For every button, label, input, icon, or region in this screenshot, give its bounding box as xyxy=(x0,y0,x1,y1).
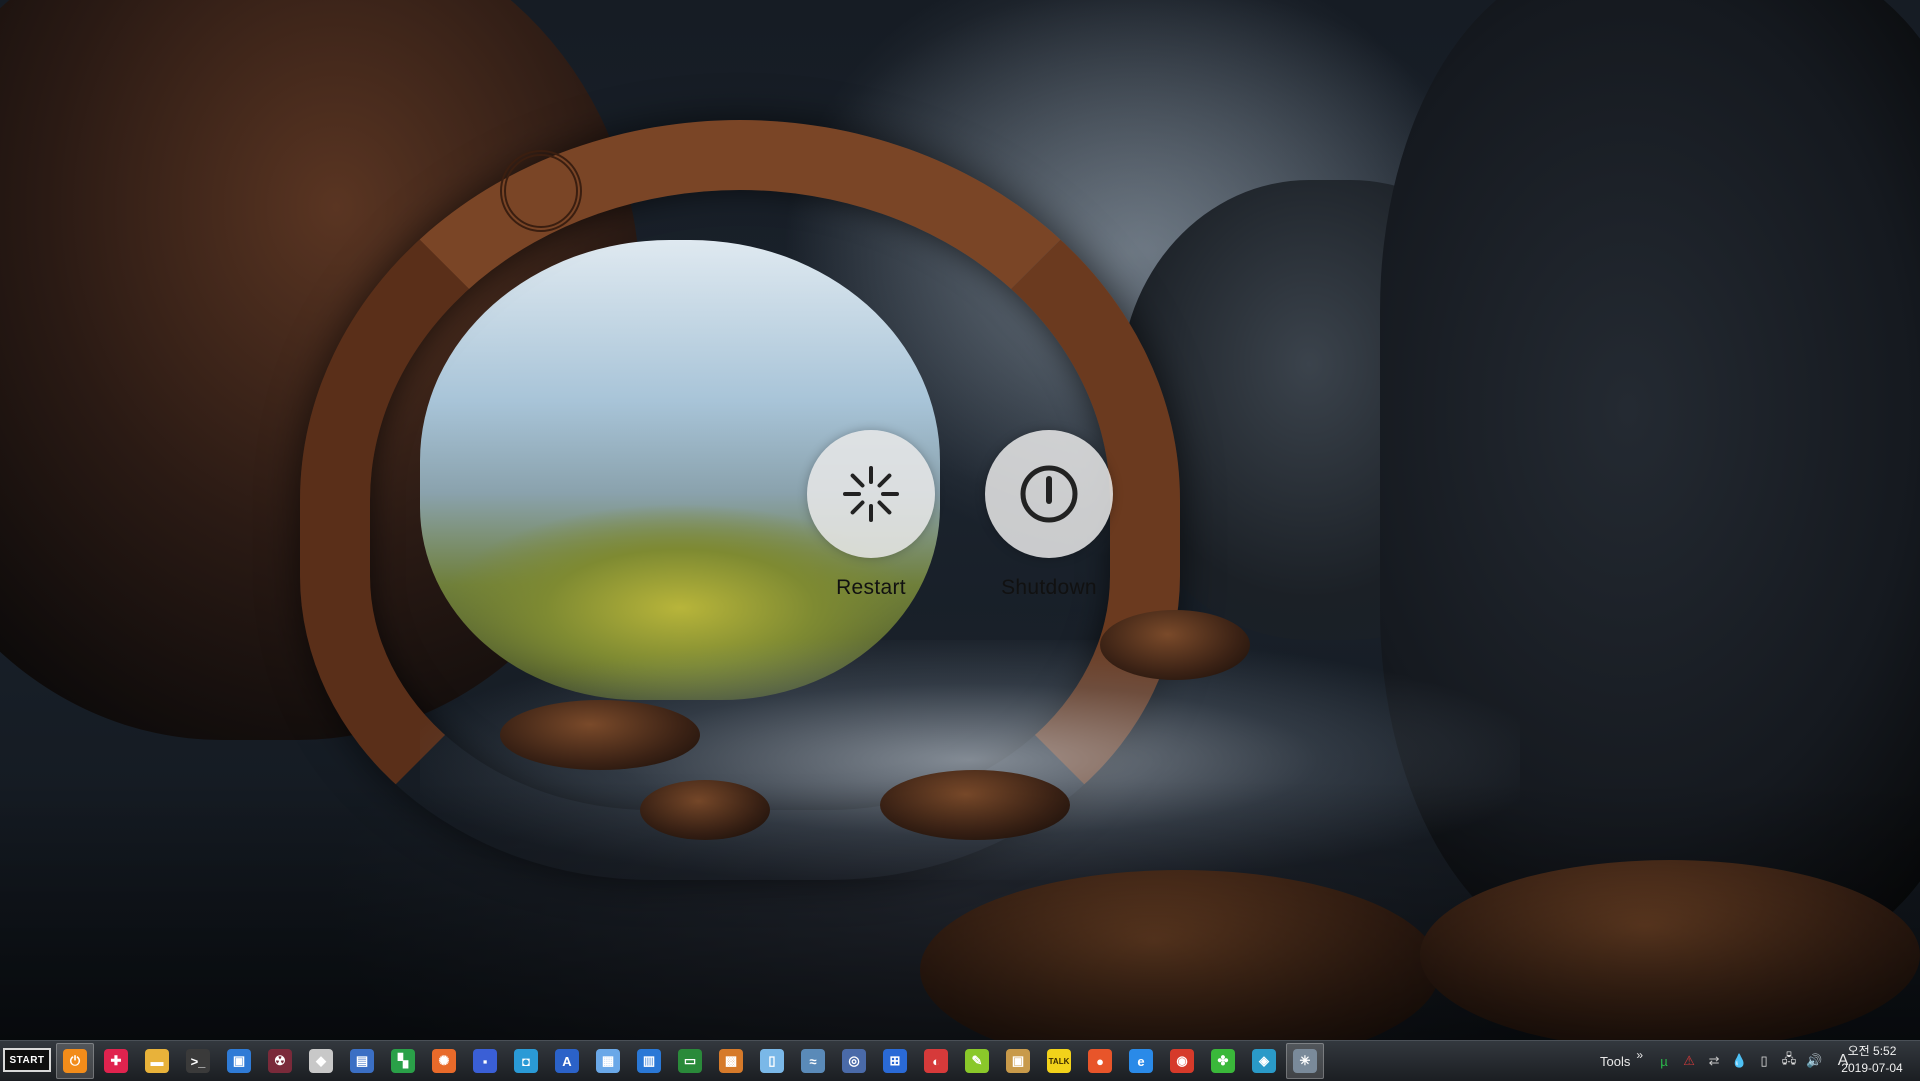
clock[interactable]: 오전 5:52 2019-07-04 xyxy=(1828,1043,1916,1077)
taskbar-button[interactable]: ✳ xyxy=(1286,1043,1324,1079)
system-tray: Tools » µ ⚠ ⇄ 💧 ▯ 🖧 🔊 A xyxy=(1600,1041,1857,1081)
kakaotalk-icon: TALK xyxy=(1047,1049,1071,1073)
clock-date: 2019-07-04 xyxy=(1841,1061,1903,1075)
restart-spinner-icon xyxy=(843,466,899,522)
taskbar-button[interactable]: ▥ xyxy=(630,1043,668,1079)
taskbar: START ⏻ ✚ ▬ >_ ▣ ☢ ◆ ▤ ▚ ✺ ▪ ◘ A ▦ ▥ ▭ ▩ ▯ ≈ ◎ ⊞ ◐ ✎ ▣ TALK ● e ◉ ✤ ◈… xyxy=(0,1040,1920,1081)
taskbar-button[interactable]: ✚ xyxy=(97,1043,135,1079)
desktop-wallpaper xyxy=(0,0,1920,1040)
paint-app-icon: ✎ xyxy=(965,1049,989,1073)
taskbar-button[interactable]: A xyxy=(548,1043,586,1079)
internet-explorer-icon: e xyxy=(1129,1049,1153,1073)
clover-app-icon: ✤ xyxy=(1211,1049,1235,1073)
power-icon xyxy=(1020,465,1078,523)
taskbar-button[interactable]: ◘ xyxy=(507,1043,545,1079)
shutdown-label: Shutdown xyxy=(1001,576,1097,599)
chrome-icon: ◉ xyxy=(1170,1049,1194,1073)
taskbar-button[interactable]: ◆ xyxy=(302,1043,340,1079)
firefox-icon: ● xyxy=(1088,1049,1112,1073)
taskbar-button[interactable]: ▬ xyxy=(138,1043,176,1079)
taskbar-button[interactable]: ▪ xyxy=(466,1043,504,1079)
taskbar-button[interactable]: ▩ xyxy=(712,1043,750,1079)
start-button[interactable]: START xyxy=(3,1048,51,1072)
taskbar-button[interactable]: ▦ xyxy=(589,1043,627,1079)
taskbar-button[interactable]: ▣ xyxy=(999,1043,1037,1079)
antivirus-icon[interactable]: ⚠ xyxy=(1678,1050,1700,1072)
clock-time: 오전 5:52 xyxy=(1847,1044,1897,1058)
network-icon[interactable]: 🖧 xyxy=(1778,1050,1800,1072)
wallpaper-boulder xyxy=(1100,610,1250,680)
taskbar-button[interactable]: ● xyxy=(1081,1043,1119,1079)
taskbar-button[interactable]: TALK xyxy=(1040,1043,1078,1079)
shutdown-button[interactable]: Shutdown xyxy=(985,430,1113,600)
file-explorer-icon: ▬ xyxy=(145,1049,169,1073)
taskbar-button[interactable]: ◎ xyxy=(835,1043,873,1079)
terminal-app-icon: ▭ xyxy=(678,1049,702,1073)
layers-app-icon: ◈ xyxy=(1252,1049,1276,1073)
taskbar-button[interactable]: ▣ xyxy=(220,1043,258,1079)
taskbar-button[interactable]: ✎ xyxy=(958,1043,996,1079)
archive-app-icon: ▣ xyxy=(1006,1049,1030,1073)
pinned-apps: ⏻ ✚ ▬ >_ ▣ ☢ ◆ ▤ ▚ ✺ ▪ ◘ A ▦ ▥ ▭ ▩ ▯ ≈ ◎ ⊞ ◐ ✎ ▣ TALK ● e ◉ ✤ ◈ ✳ xyxy=(56,1043,1324,1079)
taskbar-button[interactable]: ⊞ xyxy=(876,1043,914,1079)
color-app-icon: ◐ xyxy=(924,1049,948,1073)
utorrent-icon[interactable]: µ xyxy=(1653,1050,1675,1072)
diamond-app-icon: ◆ xyxy=(309,1049,333,1073)
water-drop-icon[interactable]: 💧 xyxy=(1728,1050,1750,1072)
taskbar-button[interactable]: >_ xyxy=(179,1043,217,1079)
settings-app-icon: ✺ xyxy=(432,1049,456,1073)
fish-app-icon: ≈ xyxy=(801,1049,825,1073)
wallpaper-boulder xyxy=(500,700,700,770)
cube-app-icon: ◘ xyxy=(514,1049,538,1073)
windows-tiles-icon: ▩ xyxy=(719,1049,743,1073)
wallpaper-shade xyxy=(0,780,1920,1040)
taskbar-button[interactable]: ⏻ xyxy=(56,1043,94,1079)
taskbar-button[interactable]: ✺ xyxy=(425,1043,463,1079)
taskbar-button[interactable]: ▭ xyxy=(671,1043,709,1079)
shutdown-app-icon: ✳ xyxy=(1293,1049,1317,1073)
toolbar-chevron-icon[interactable]: » xyxy=(1636,1048,1643,1062)
taskbar-button[interactable]: ◈ xyxy=(1245,1043,1283,1079)
network-share-icon[interactable]: ⇄ xyxy=(1703,1050,1725,1072)
tools-toolbar-label[interactable]: Tools xyxy=(1600,1054,1630,1069)
network-app-icon: ◎ xyxy=(842,1049,866,1073)
shutdown-circle[interactable] xyxy=(985,430,1113,558)
document-app-icon: ▦ xyxy=(596,1049,620,1073)
chart-app-icon: ▚ xyxy=(391,1049,415,1073)
taskbar-button[interactable]: ☢ xyxy=(261,1043,299,1079)
power-app-icon: ⏻ xyxy=(63,1049,87,1073)
remote-desktop-icon: ▣ xyxy=(227,1049,251,1073)
taskbar-button[interactable]: ◐ xyxy=(917,1043,955,1079)
tray-icons: µ ⚠ ⇄ 💧 ▯ 🖧 🔊 xyxy=(1653,1050,1828,1072)
red-app-icon: ✚ xyxy=(104,1049,128,1073)
restart-button[interactable]: Restart xyxy=(807,430,935,600)
taskbar-button[interactable]: ✤ xyxy=(1204,1043,1242,1079)
wallpaper-arch-glyph xyxy=(500,150,582,232)
radiation-app-icon: ☢ xyxy=(268,1049,292,1073)
command-prompt-icon: >_ xyxy=(186,1049,210,1073)
notes-app-icon: ▥ xyxy=(637,1049,661,1073)
text-editor-icon: A xyxy=(555,1049,579,1073)
save-disk-icon: ▪ xyxy=(473,1049,497,1073)
restart-label: Restart xyxy=(836,576,906,599)
taskbar-button[interactable]: e xyxy=(1122,1043,1160,1079)
computer-icon: ▤ xyxy=(350,1049,374,1073)
taskbar-button[interactable]: ▯ xyxy=(753,1043,791,1079)
taskbar-button[interactable]: ▚ xyxy=(384,1043,422,1079)
usb-device-icon[interactable]: ▯ xyxy=(1753,1050,1775,1072)
recycle-bin-icon: ▯ xyxy=(760,1049,784,1073)
taskbar-button[interactable]: ≈ xyxy=(794,1043,832,1079)
restart-circle[interactable] xyxy=(807,430,935,558)
taskbar-button[interactable]: ▤ xyxy=(343,1043,381,1079)
volume-icon[interactable]: 🔊 xyxy=(1803,1050,1825,1072)
windows-logo-icon: ⊞ xyxy=(883,1049,907,1073)
taskbar-button[interactable]: ◉ xyxy=(1163,1043,1201,1079)
